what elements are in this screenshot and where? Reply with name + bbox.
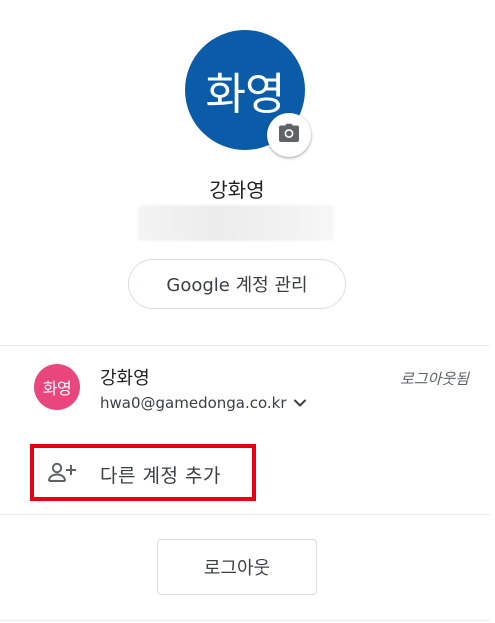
person-add-icon	[47, 461, 77, 485]
add-account-button[interactable]: 다른 계정 추가	[30, 444, 256, 501]
divider	[0, 345, 490, 346]
sign-out-button[interactable]: 로그아웃	[157, 539, 317, 595]
account-email-row[interactable]: hwa0@gamedonga.co.kr	[100, 394, 307, 412]
account-avatar: 화영	[34, 364, 80, 410]
profile-email-redacted	[138, 205, 334, 241]
account-name: 강화영	[100, 368, 150, 389]
divider	[0, 514, 490, 515]
divider	[0, 620, 490, 621]
chevron-down-icon[interactable]	[293, 398, 307, 408]
change-photo-button[interactable]	[267, 113, 311, 157]
add-account-label: 다른 계정 추가	[100, 465, 221, 487]
camera-icon	[278, 123, 300, 147]
account-email: hwa0@gamedonga.co.kr	[100, 394, 287, 412]
profile-name: 강화영	[209, 178, 265, 202]
account-status: 로그아웃됨	[399, 370, 469, 388]
manage-account-button[interactable]: Google 계정 관리	[128, 259, 346, 309]
